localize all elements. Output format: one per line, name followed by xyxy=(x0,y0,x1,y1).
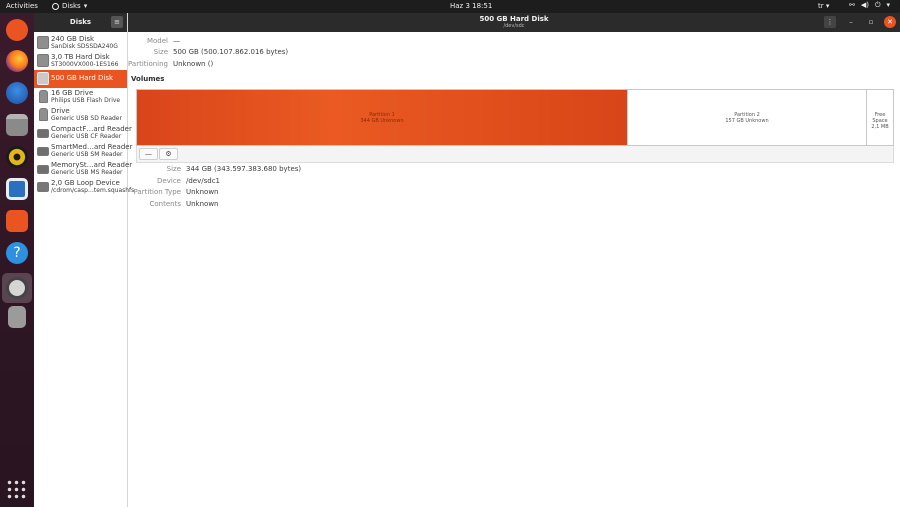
size-label: Size xyxy=(153,48,168,56)
disk-icon xyxy=(37,36,49,49)
size-label: Size xyxy=(166,165,181,173)
main-header: 500 GB Hard Disk /dev/sdc ⋮ – ▫ ✕ xyxy=(128,13,900,32)
drive-options-button[interactable]: ⋮ xyxy=(824,16,836,28)
device-label: Device xyxy=(157,177,181,185)
device-model: SanDisk SDSSDA240G xyxy=(51,43,118,50)
thunderbird-icon[interactable] xyxy=(6,82,28,104)
device-item-sm-reader[interactable]: SmartMed…ard Reader Generic USB SM Reade… xyxy=(34,142,132,160)
sidebar-header: Disks ≡ xyxy=(34,13,127,32)
device-model: Generic USB MS Reader xyxy=(51,169,123,176)
page-subtitle: /dev/sdc xyxy=(503,23,525,29)
partition-desc: 157 GB Unknown xyxy=(725,118,769,124)
partition-desc: 344 GB Unknown xyxy=(360,118,404,124)
activities-button[interactable]: Activities xyxy=(6,2,38,10)
device-value: /dev/sdc1 xyxy=(186,177,221,185)
keyboard-layout-indicator[interactable]: tr ▾ xyxy=(818,2,829,10)
writer-icon[interactable] xyxy=(6,178,28,200)
device-item-16gb-drive[interactable]: 16 GB Drive Philips USB Flash Drive xyxy=(34,88,127,106)
minimize-button[interactable]: – xyxy=(845,16,857,28)
device-model: Generic USB SD Reader xyxy=(51,115,122,122)
page-title: 500 GB Hard Disk xyxy=(479,15,549,23)
device-model: Generic USB SM Reader xyxy=(51,151,123,158)
volume-icon: ◀) xyxy=(860,1,869,9)
volume-map: Partition 1 344 GB Unknown Partition 2 1… xyxy=(136,89,894,146)
device-sidebar: Disks ≡ 240 GB Disk SanDisk SDSSDA240G 3… xyxy=(34,13,134,507)
network-icon: ⚯ xyxy=(849,1,855,9)
system-tray[interactable]: ⚯ ◀) ⏻ ▾ xyxy=(849,1,890,10)
volume-toolbar: — ⚙ xyxy=(136,146,894,163)
partition-1-block[interactable]: Partition 1 344 GB Unknown xyxy=(137,90,627,145)
keyboard-layout-label: tr xyxy=(818,2,824,10)
delete-partition-button[interactable]: — xyxy=(139,148,158,160)
contents-value: Unknown xyxy=(186,200,219,208)
partition-type-label: Partition Type xyxy=(133,188,181,196)
device-model: Philips USB Flash Drive xyxy=(51,97,121,104)
rhythmbox-icon[interactable] xyxy=(6,146,28,168)
app-menu-label: Disks xyxy=(62,2,81,10)
power-icon: ⏻ xyxy=(875,1,881,9)
maximize-button[interactable]: ▫ xyxy=(865,16,877,28)
device-item-sd-reader[interactable]: Drive Generic USB SD Reader xyxy=(34,106,127,124)
help-icon[interactable]: ? xyxy=(6,242,28,264)
free-space-block[interactable]: Free Space 2,1 MB xyxy=(866,90,893,145)
device-name: MemorySt…ard Reader xyxy=(51,161,133,169)
device-name: SmartMed…ard Reader xyxy=(51,143,133,151)
app-menu[interactable]: Disks ▾ xyxy=(52,2,87,10)
device-model: Generic USB CF Reader xyxy=(51,133,122,140)
card-reader-icon xyxy=(37,165,49,174)
device-item-ms-reader[interactable]: MemorySt…ard Reader Generic USB MS Reade… xyxy=(34,160,132,178)
chevron-down-icon: ▾ xyxy=(886,1,891,9)
chevron-down-icon: ▾ xyxy=(83,2,88,10)
size-value: 500 GB (500.107.862.016 bytes) xyxy=(173,48,289,56)
clock[interactable]: Haz 3 18:51 xyxy=(450,2,492,10)
device-model: ST3000VX000-1ES166 xyxy=(51,61,119,68)
device-item-loop-device[interactable]: 2,0 GB Loop Device /cdrom/casp…tem.squas… xyxy=(34,178,134,196)
device-name: 240 GB Disk xyxy=(51,35,95,43)
card-reader-icon xyxy=(37,129,49,138)
card-reader-icon xyxy=(37,147,49,156)
contents-label: Contents xyxy=(149,200,182,208)
partitioning-value: Unknown () xyxy=(173,60,214,68)
device-name: 2,0 GB Loop Device xyxy=(51,179,120,187)
device-item-cf-reader[interactable]: CompactF…ard Reader Generic USB CF Reade… xyxy=(34,124,132,142)
usb-drive-icon xyxy=(39,90,48,103)
model-value: — xyxy=(173,37,180,45)
size-value: 344 GB (343.597.383.680 bytes) xyxy=(186,165,302,173)
ubuntu-logo-icon[interactable] xyxy=(6,19,28,41)
device-name: Drive xyxy=(51,107,70,115)
partition-type-value: Unknown xyxy=(186,188,219,196)
dock: ? xyxy=(0,13,34,507)
device-item-3tb-hard-disk[interactable]: 3,0 TB Hard Disk ST3000VX000-1ES166 xyxy=(34,52,127,70)
gear-icon[interactable]: ⚙ xyxy=(159,148,178,160)
device-model: /cdrom/casp…tem.squashfs xyxy=(51,187,135,194)
volumes-heading: Volumes xyxy=(131,75,165,83)
model-label: Model xyxy=(146,37,168,45)
disk-icon xyxy=(37,72,49,85)
device-name: 3,0 TB Hard Disk xyxy=(51,53,110,61)
disks-app-icon[interactable] xyxy=(6,277,28,299)
drive-icon[interactable] xyxy=(8,306,26,328)
device-name: 500 GB Hard Disk xyxy=(51,74,114,82)
partition-2-block[interactable]: Partition 2 157 GB Unknown xyxy=(627,90,866,145)
software-center-icon[interactable] xyxy=(6,210,28,232)
disk-icon xyxy=(37,54,49,67)
sidebar-menu-button[interactable]: ≡ xyxy=(111,16,123,28)
device-name: 16 GB Drive xyxy=(51,89,94,97)
device-item-500gb-hard-disk[interactable]: 500 GB Hard Disk xyxy=(34,70,127,88)
usb-drive-icon xyxy=(39,108,48,121)
firefox-icon[interactable] xyxy=(6,50,28,72)
close-button[interactable]: ✕ xyxy=(884,16,896,28)
loop-device-icon xyxy=(37,182,49,192)
partition-desc: 2,1 MB xyxy=(871,124,889,130)
files-icon[interactable] xyxy=(6,114,28,136)
device-name: CompactF…ard Reader xyxy=(51,125,132,133)
show-apps-icon[interactable] xyxy=(6,479,28,501)
device-item-240gb-disk[interactable]: 240 GB Disk SanDisk SDSSDA240G xyxy=(34,34,127,52)
disks-app-icon xyxy=(52,2,59,10)
top-bar: Activities Disks ▾ Haz 3 18:51 tr ▾ ⚯ ◀)… xyxy=(0,0,900,13)
partitioning-label: Partitioning xyxy=(128,60,168,68)
partition-name: Free Space xyxy=(872,112,888,124)
